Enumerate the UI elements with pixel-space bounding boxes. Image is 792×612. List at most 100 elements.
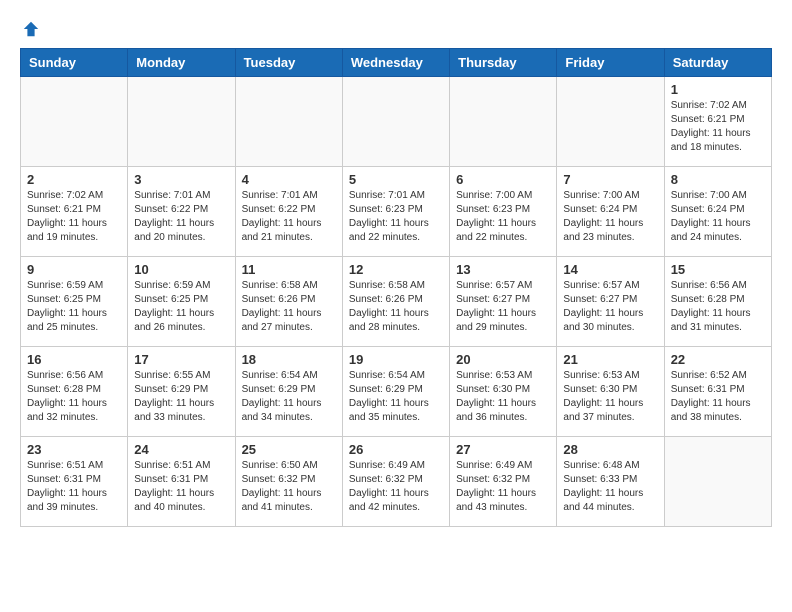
calendar-cell	[664, 437, 771, 527]
day-number: 6	[456, 172, 550, 187]
day-info: Sunrise: 7:00 AM Sunset: 6:24 PM Dayligh…	[563, 189, 657, 245]
calendar-cell: 21 Sunrise: 6:53 AM Sunset: 6:30 PM Dayli…	[557, 347, 664, 437]
day-number: 28	[563, 442, 657, 457]
calendar-header-row: SundayMondayTuesdayWednesdayThursdayFrid…	[21, 49, 772, 77]
calendar-cell: 17Sunrise: 6:55 AM Sunset: 6:29 PM Dayli…	[128, 347, 235, 437]
day-number: 2	[27, 172, 121, 187]
day-number: 26	[349, 442, 443, 457]
calendar-cell: 5 Sunrise: 7:01 AM Sunset: 6:23 PM Daylig…	[342, 167, 449, 257]
day-info: Sunrise: 7:00 AM Sunset: 6:23 PM Dayligh…	[456, 189, 550, 245]
day-number: 4	[242, 172, 336, 187]
calendar-cell	[342, 77, 449, 167]
day-of-week-header: Wednesday	[342, 49, 449, 77]
calendar-cell: 18 Sunrise: 6:54 AM Sunset: 6:29 PM Dayli…	[235, 347, 342, 437]
day-number: 14	[563, 262, 657, 277]
calendar-cell: 9 Sunrise: 6:59 AM Sunset: 6:25 PM Daylig…	[21, 257, 128, 347]
calendar-cell	[235, 77, 342, 167]
calendar-cell: 12 Sunrise: 6:58 AM Sunset: 6:26 PM Dayli…	[342, 257, 449, 347]
page-header	[20, 20, 772, 38]
calendar-cell: 23 Sunrise: 6:51 AM Sunset: 6:31 PM Dayli…	[21, 437, 128, 527]
day-number: 1	[671, 82, 765, 97]
calendar-cell: 26Sunrise: 6:49 AM Sunset: 6:32 PM Dayli…	[342, 437, 449, 527]
day-number: 18	[242, 352, 336, 367]
calendar-cell: 22 Sunrise: 6:52 AM Sunset: 6:31 PM Dayli…	[664, 347, 771, 437]
calendar-cell	[128, 77, 235, 167]
day-info: Sunrise: 7:01 AM Sunset: 6:22 PM Dayligh…	[242, 189, 336, 245]
calendar-week-row: 23 Sunrise: 6:51 AM Sunset: 6:31 PM Dayli…	[21, 437, 772, 527]
day-info: Sunrise: 6:51 AM Sunset: 6:31 PM Dayligh…	[27, 459, 121, 515]
calendar-cell: 25 Sunrise: 6:50 AM Sunset: 6:32 PM Dayli…	[235, 437, 342, 527]
calendar-week-row: 16 Sunrise: 6:56 AM Sunset: 6:28 PM Dayli…	[21, 347, 772, 437]
day-of-week-header: Saturday	[664, 49, 771, 77]
day-info: Sunrise: 6:54 AM Sunset: 6:29 PM Dayligh…	[349, 369, 443, 425]
day-of-week-header: Sunday	[21, 49, 128, 77]
day-number: 16	[27, 352, 121, 367]
calendar-week-row: 2 Sunrise: 7:02 AM Sunset: 6:21 PM Daylig…	[21, 167, 772, 257]
day-info: Sunrise: 7:01 AM Sunset: 6:23 PM Dayligh…	[349, 189, 443, 245]
calendar-cell	[557, 77, 664, 167]
day-number: 3	[134, 172, 228, 187]
day-info: Sunrise: 7:00 AM Sunset: 6:24 PM Dayligh…	[671, 189, 765, 245]
calendar-table: SundayMondayTuesdayWednesdayThursdayFrid…	[20, 48, 772, 527]
day-number: 9	[27, 262, 121, 277]
day-number: 8	[671, 172, 765, 187]
day-info: Sunrise: 6:57 AM Sunset: 6:27 PM Dayligh…	[456, 279, 550, 335]
calendar-cell: 4 Sunrise: 7:01 AM Sunset: 6:22 PM Daylig…	[235, 167, 342, 257]
day-number: 20	[456, 352, 550, 367]
calendar-cell: 20 Sunrise: 6:53 AM Sunset: 6:30 PM Dayli…	[450, 347, 557, 437]
day-number: 19	[349, 352, 443, 367]
day-number: 13	[456, 262, 550, 277]
calendar-cell: 16 Sunrise: 6:56 AM Sunset: 6:28 PM Dayli…	[21, 347, 128, 437]
day-info: Sunrise: 6:59 AM Sunset: 6:25 PM Dayligh…	[134, 279, 228, 335]
calendar-cell: 1 Sunrise: 7:02 AM Sunset: 6:21 PM Daylig…	[664, 77, 771, 167]
day-number: 25	[242, 442, 336, 457]
day-number: 10	[134, 262, 228, 277]
calendar-cell	[21, 77, 128, 167]
day-number: 12	[349, 262, 443, 277]
day-of-week-header: Monday	[128, 49, 235, 77]
day-info: Sunrise: 6:51 AM Sunset: 6:31 PM Dayligh…	[134, 459, 228, 515]
calendar-cell	[450, 77, 557, 167]
day-info: Sunrise: 6:53 AM Sunset: 6:30 PM Dayligh…	[456, 369, 550, 425]
day-number: 22	[671, 352, 765, 367]
calendar-cell: 15Sunrise: 6:56 AM Sunset: 6:28 PM Dayli…	[664, 257, 771, 347]
calendar-cell: 2 Sunrise: 7:02 AM Sunset: 6:21 PM Daylig…	[21, 167, 128, 257]
day-info: Sunrise: 6:59 AM Sunset: 6:25 PM Dayligh…	[27, 279, 121, 335]
logo-icon	[22, 20, 40, 38]
calendar-week-row: 9 Sunrise: 6:59 AM Sunset: 6:25 PM Daylig…	[21, 257, 772, 347]
day-info: Sunrise: 6:54 AM Sunset: 6:29 PM Dayligh…	[242, 369, 336, 425]
day-info: Sunrise: 7:02 AM Sunset: 6:21 PM Dayligh…	[27, 189, 121, 245]
calendar-cell: 3 Sunrise: 7:01 AM Sunset: 6:22 PM Daylig…	[128, 167, 235, 257]
calendar-cell: 7 Sunrise: 7:00 AM Sunset: 6:24 PM Daylig…	[557, 167, 664, 257]
calendar-cell: 24 Sunrise: 6:51 AM Sunset: 6:31 PM Dayli…	[128, 437, 235, 527]
calendar-cell: 28Sunrise: 6:48 AM Sunset: 6:33 PM Dayli…	[557, 437, 664, 527]
day-number: 24	[134, 442, 228, 457]
day-info: Sunrise: 6:58 AM Sunset: 6:26 PM Dayligh…	[242, 279, 336, 335]
day-of-week-header: Thursday	[450, 49, 557, 77]
logo	[20, 20, 40, 38]
day-info: Sunrise: 6:56 AM Sunset: 6:28 PM Dayligh…	[27, 369, 121, 425]
calendar-cell: 8 Sunrise: 7:00 AM Sunset: 6:24 PM Daylig…	[664, 167, 771, 257]
day-of-week-header: Tuesday	[235, 49, 342, 77]
calendar-cell: 10 Sunrise: 6:59 AM Sunset: 6:25 PM Dayli…	[128, 257, 235, 347]
calendar-cell: 14 Sunrise: 6:57 AM Sunset: 6:27 PM Dayli…	[557, 257, 664, 347]
day-info: Sunrise: 6:53 AM Sunset: 6:30 PM Dayligh…	[563, 369, 657, 425]
day-info: Sunrise: 6:58 AM Sunset: 6:26 PM Dayligh…	[349, 279, 443, 335]
day-info: Sunrise: 7:01 AM Sunset: 6:22 PM Dayligh…	[134, 189, 228, 245]
calendar-cell: 11 Sunrise: 6:58 AM Sunset: 6:26 PM Dayli…	[235, 257, 342, 347]
day-info: Sunrise: 6:49 AM Sunset: 6:32 PM Dayligh…	[456, 459, 550, 515]
day-number: 7	[563, 172, 657, 187]
calendar-cell: 13 Sunrise: 6:57 AM Sunset: 6:27 PM Dayli…	[450, 257, 557, 347]
day-number: 11	[242, 262, 336, 277]
day-info: Sunrise: 6:52 AM Sunset: 6:31 PM Dayligh…	[671, 369, 765, 425]
day-info: Sunrise: 6:57 AM Sunset: 6:27 PM Dayligh…	[563, 279, 657, 335]
calendar-cell: 27 Sunrise: 6:49 AM Sunset: 6:32 PM Dayli…	[450, 437, 557, 527]
day-number: 23	[27, 442, 121, 457]
day-number: 5	[349, 172, 443, 187]
day-number: 27	[456, 442, 550, 457]
day-info: Sunrise: 7:02 AM Sunset: 6:21 PM Dayligh…	[671, 99, 765, 155]
day-info: Sunrise: 6:56 AM Sunset: 6:28 PM Dayligh…	[671, 279, 765, 335]
day-info: Sunrise: 6:50 AM Sunset: 6:32 PM Dayligh…	[242, 459, 336, 515]
day-info: Sunrise: 6:55 AM Sunset: 6:29 PM Dayligh…	[134, 369, 228, 425]
day-number: 21	[563, 352, 657, 367]
